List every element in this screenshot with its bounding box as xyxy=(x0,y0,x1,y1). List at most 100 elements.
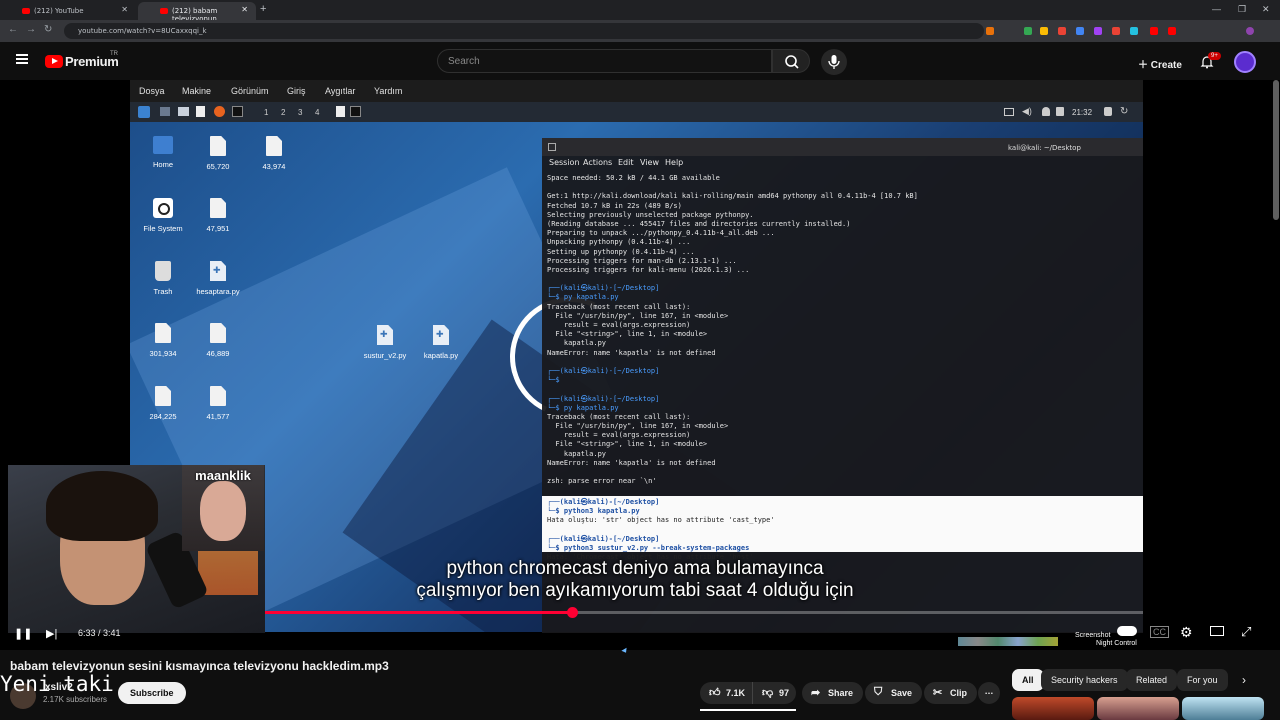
terminal-line: Selecting previously unselected package … xyxy=(547,210,754,219)
subscribe-button[interactable]: Subscribe xyxy=(118,682,186,704)
terminal-line: File "/usr/bin/py", line 167, in <module… xyxy=(547,422,729,431)
next-icon[interactable]: ▶| xyxy=(46,627,57,640)
desktop-icon-file[interactable]: 301,934 xyxy=(133,323,193,358)
forward-icon[interactable]: → xyxy=(26,24,36,35)
desktop-icon-file[interactable]: 43,974 xyxy=(244,136,304,171)
lock-icon[interactable] xyxy=(1104,107,1112,116)
progress-bar[interactable] xyxy=(265,607,1143,618)
firefox-icon[interactable] xyxy=(214,106,225,117)
workspace-2[interactable]: 2 xyxy=(281,108,285,117)
voice-search-button[interactable] xyxy=(821,49,847,75)
page-scrollbar[interactable] xyxy=(1273,80,1279,220)
browser-tab-video[interactable]: (212) babam televizyonun ✕ xyxy=(138,2,256,23)
minimize-button[interactable]: — xyxy=(1212,4,1221,14)
vm-menu-devices[interactable]: Aygıtlar xyxy=(325,86,355,96)
vm-menu-view[interactable]: Görünüm xyxy=(231,86,269,96)
task-terminal-icon[interactable] xyxy=(350,106,361,117)
dislike-button[interactable]: 👎︎ 97 xyxy=(752,682,796,704)
vm-menu-file[interactable]: Dosya xyxy=(139,86,165,96)
extension-icon[interactable] xyxy=(1130,27,1138,35)
terminal-menu-edit[interactable]: Edit xyxy=(618,158,634,167)
terminal-menu-session[interactable]: Session xyxy=(549,158,580,167)
youtube-logo-icon[interactable] xyxy=(45,55,63,68)
new-tab-button[interactable]: + xyxy=(260,3,266,15)
desktop-icon-py[interactable]: kapatla.py xyxy=(411,325,471,360)
pause-icon[interactable]: ❚❚ xyxy=(14,627,32,640)
desktop-icon-home[interactable]: Home xyxy=(133,136,193,169)
close-tab-icon[interactable]: ✕ xyxy=(241,5,248,14)
video-player[interactable]: Dosya Makine Görünüm Giriş Aygıtlar Yard… xyxy=(0,80,1280,650)
workspace-4[interactable]: 4 xyxy=(315,108,319,117)
create-button[interactable]: ＋ Create xyxy=(1130,51,1190,73)
extension-icon[interactable] xyxy=(1112,27,1120,35)
chip-related[interactable]: Related xyxy=(1126,669,1178,691)
desktop-icon-trash[interactable]: Trash xyxy=(133,261,193,296)
desktop-icon-file[interactable]: 41,577 xyxy=(188,386,248,421)
save-button[interactable]: ⛉ Save xyxy=(865,682,923,704)
chip-all[interactable]: All xyxy=(1012,669,1044,691)
close-window-button[interactable]: ✕ xyxy=(1262,4,1270,15)
terminal-menu-help[interactable]: Help xyxy=(665,158,683,167)
account-avatar[interactable] xyxy=(1234,51,1256,73)
task-file-icon[interactable] xyxy=(336,106,345,117)
desktop-icon-filesystem[interactable]: File System xyxy=(133,198,193,233)
terminal-menu-actions[interactable]: Actions xyxy=(583,158,612,167)
chip-security-hackers[interactable]: Security hackers xyxy=(1041,669,1128,691)
theater-mode-icon[interactable] xyxy=(1210,626,1224,636)
kali-menu-icon[interactable] xyxy=(138,106,150,118)
desktop-icon-file[interactable]: 46,889 xyxy=(188,323,248,358)
extension-icon[interactable] xyxy=(1076,27,1084,35)
extension-icon[interactable] xyxy=(1058,27,1066,35)
extension-icon[interactable] xyxy=(1094,27,1102,35)
extension-icon[interactable] xyxy=(986,27,994,35)
back-icon[interactable]: ← xyxy=(8,24,18,35)
terminal-line: ┌──(kali㉿kali)-[~/Desktop] xyxy=(547,284,660,293)
terminal-titlebar: kali@kali: ~/Desktop xyxy=(542,138,1143,156)
notification-bell-icon[interactable] xyxy=(1042,107,1050,116)
clip-button[interactable]: ✂ Clip xyxy=(924,682,977,704)
desktop-icon-file[interactable]: 284,225 xyxy=(133,386,193,421)
recommended-thumbnail[interactable] xyxy=(1012,697,1094,720)
volume-icon[interactable]: ◀) xyxy=(1022,106,1032,117)
vm-menu-machine[interactable]: Makine xyxy=(182,86,211,96)
desktop-icon[interactable] xyxy=(160,107,170,116)
recommended-thumbnail[interactable] xyxy=(1097,697,1179,720)
address-bar[interactable]: youtube.com/watch?v=8UCaxxqqi_k xyxy=(64,23,984,39)
autoplay-toggle[interactable] xyxy=(1117,626,1137,636)
profile-icon[interactable] xyxy=(1246,27,1254,35)
vm-menu-help[interactable]: Yardım xyxy=(374,86,402,96)
share-button[interactable]: ➦ Share xyxy=(802,682,864,704)
chip-for-you[interactable]: For you xyxy=(1177,669,1228,691)
browser-tab-youtube[interactable]: (212) YouTube ✕ xyxy=(0,2,136,20)
workspace-3[interactable]: 3 xyxy=(298,108,302,117)
recommended-thumbnail[interactable] xyxy=(1182,697,1264,720)
chevron-right-icon[interactable]: › xyxy=(1242,673,1246,687)
reload-icon[interactable]: ↻ xyxy=(44,24,52,35)
like-button[interactable]: 👍︎ 7.1K xyxy=(700,682,752,704)
vm-menu-input[interactable]: Giriş xyxy=(287,86,306,96)
maximize-button[interactable]: ❐ xyxy=(1238,4,1246,15)
extension-icon[interactable] xyxy=(1024,27,1032,35)
file-icon[interactable] xyxy=(196,106,205,117)
terminal-icon[interactable] xyxy=(232,106,243,117)
desktop-icon-py[interactable]: sustur_v2.py xyxy=(355,325,415,360)
desktop-icon-py[interactable]: hesaptara.py xyxy=(188,261,248,296)
search-input[interactable]: Search xyxy=(437,49,772,73)
workspace-1[interactable]: 1 xyxy=(264,108,268,117)
extension-icon[interactable] xyxy=(1168,27,1176,35)
display-icon[interactable] xyxy=(1004,108,1014,116)
search-button[interactable] xyxy=(772,49,810,73)
settings-gear-icon[interactable]: ⚙ xyxy=(1180,624,1193,641)
refresh-icon[interactable]: ↻ xyxy=(1120,106,1128,117)
fullscreen-icon[interactable]: ⤢ xyxy=(1241,624,1251,640)
desktop-icon-file[interactable]: 65,720 xyxy=(188,136,248,171)
close-tab-icon[interactable]: ✕ xyxy=(121,5,128,14)
folder-icon[interactable] xyxy=(178,107,189,116)
terminal-menu-view[interactable]: View xyxy=(640,158,659,167)
extension-icon[interactable] xyxy=(1150,27,1158,35)
desktop-icon-file[interactable]: 47,951 xyxy=(188,198,248,233)
extension-icon[interactable] xyxy=(1040,27,1048,35)
more-actions-button[interactable]: … xyxy=(978,682,1000,704)
captions-icon[interactable]: CC xyxy=(1150,626,1169,638)
menu-icon[interactable] xyxy=(16,54,28,64)
